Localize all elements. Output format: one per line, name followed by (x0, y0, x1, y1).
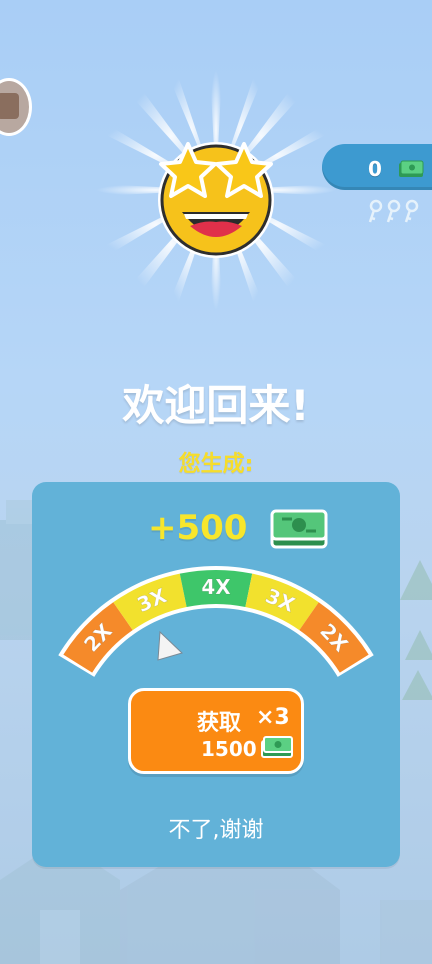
welcome-title: 欢迎回来! (122, 381, 310, 430)
claim-button[interactable]: 获取 ×3 1500 (128, 688, 304, 774)
claim-multiplier: ×3 (256, 705, 290, 730)
claim-amount: 1500 (201, 737, 257, 761)
reward-amount: +500 (148, 508, 248, 548)
cash-icon (261, 736, 293, 758)
meter-segment-label: 4X (201, 575, 231, 599)
currency-value: 0 (368, 157, 382, 181)
keys-icon (368, 199, 419, 223)
cash-icon (399, 160, 424, 177)
multiplier-meter: 2X3X 4X 3X2X (58, 566, 374, 677)
decline-button[interactable]: 不了,谢谢 (0, 812, 432, 844)
cash-stack-icon (270, 509, 328, 549)
star-eyes-emoji-icon (158, 142, 274, 258)
meter-pointer-icon (157, 630, 183, 661)
welcome-subtitle: 您生成: (178, 452, 254, 477)
claim-label: 获取 (197, 711, 242, 736)
